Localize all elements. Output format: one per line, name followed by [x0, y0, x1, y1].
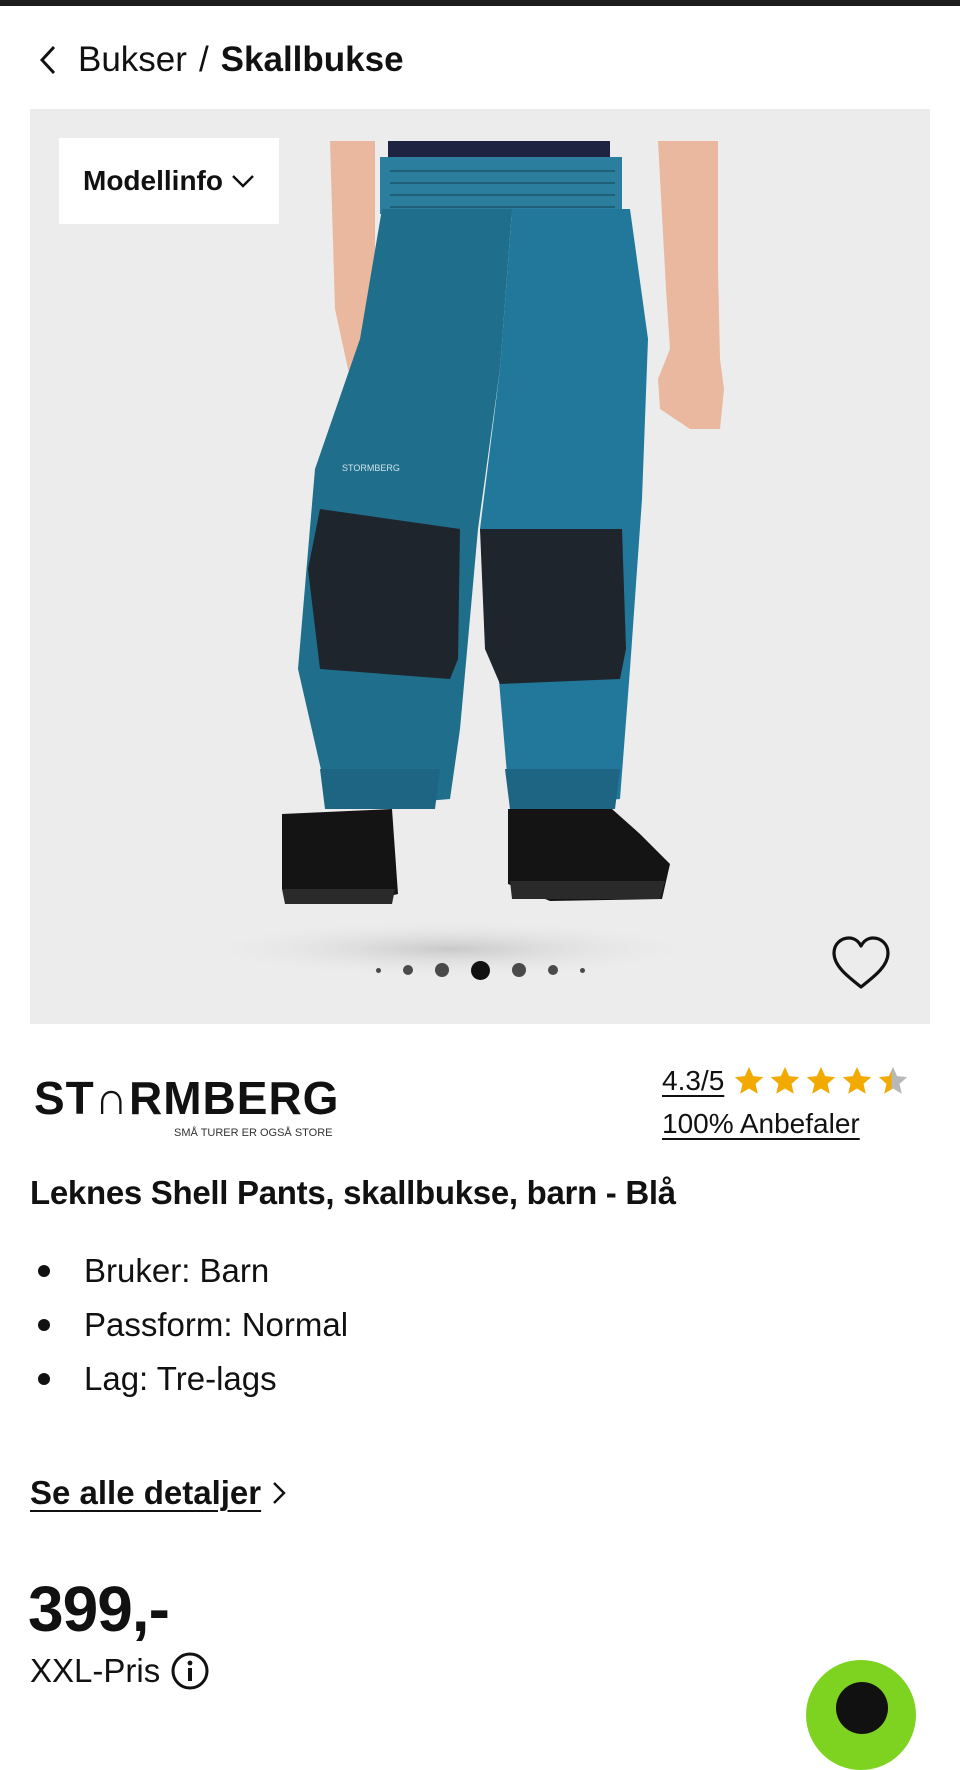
- pagination-dot[interactable]: [402, 965, 413, 975]
- rating-stars: [732, 1064, 910, 1098]
- pagination-dot[interactable]: [547, 965, 558, 975]
- breadcrumb: Bukser / Skallbukse: [38, 36, 404, 84]
- chevron-down-icon: [232, 175, 254, 188]
- brand-name: ST∩RMBERG: [34, 1072, 339, 1124]
- star-icon: [843, 1066, 872, 1094]
- product-title: Leknes Shell Pants, skallbukse, barn - B…: [30, 1174, 676, 1211]
- chat-icon: [836, 1682, 888, 1734]
- pagination-dot[interactable]: [579, 967, 585, 973]
- rating-block: 4.3/5 100% Anbefaler: [662, 1064, 932, 1140]
- feature-list: Bruker: Barn Passform: Normal Lag: Tre-l…: [30, 1244, 348, 1406]
- heart-outline-icon[interactable]: [830, 935, 892, 991]
- bullet-icon: [38, 1265, 50, 1277]
- product-image: STORMBERG: [30, 109, 930, 1024]
- star-icon: [807, 1066, 836, 1094]
- breadcrumb-parent[interactable]: Bukser: [78, 40, 187, 80]
- pagination-dot[interactable]: [511, 963, 526, 977]
- pagination-dot-active[interactable]: [470, 960, 490, 980]
- recommend-link[interactable]: 100% Anbefaler: [662, 1108, 932, 1140]
- bullet-icon: [38, 1373, 50, 1385]
- list-item: Bruker: Barn: [30, 1244, 348, 1298]
- xxl-price-text: XXL-Pris: [30, 1652, 161, 1689]
- gallery-pagination: [30, 950, 930, 990]
- product-logo-text: STORMBERG: [342, 463, 400, 473]
- rating-score[interactable]: 4.3/5: [662, 1065, 724, 1097]
- feature-text: Bruker: Barn: [84, 1252, 270, 1289]
- pagination-dot[interactable]: [375, 967, 381, 973]
- modellinfo-label: Modellinfo: [83, 165, 223, 196]
- star-icon: [771, 1066, 800, 1094]
- list-item: Lag: Tre-lags: [30, 1352, 348, 1406]
- brand-logo[interactable]: ST∩RMBERG SMÅ TURER ER OGSÅ STORE: [34, 1070, 344, 1140]
- top-bar: [0, 0, 960, 6]
- breadcrumb-current: Skallbukse: [220, 40, 404, 79]
- bullet-icon: [38, 1319, 50, 1331]
- product-image-gallery[interactable]: STORMBERG Modellinfo: [30, 109, 930, 1024]
- chevron-left-icon[interactable]: [38, 40, 66, 80]
- info-icon[interactable]: [170, 1651, 210, 1691]
- details-link-label: Se alle detaljer: [30, 1474, 262, 1511]
- feature-text: Passform: Normal: [84, 1306, 349, 1343]
- price: 399,-: [28, 1573, 170, 1645]
- star-icon: [735, 1066, 764, 1094]
- star-half-icon: [879, 1066, 908, 1094]
- xxl-price-label[interactable]: XXL-Pris: [30, 1651, 210, 1691]
- chevron-right-icon: [273, 1482, 286, 1504]
- pagination-dot[interactable]: [434, 963, 449, 977]
- modellinfo-button[interactable]: Modellinfo: [59, 138, 279, 224]
- brand-tagline: SMÅ TURER ER OGSÅ STORE: [174, 1126, 333, 1139]
- list-item: Passform: Normal: [30, 1298, 348, 1352]
- feature-text: Lag: Tre-lags: [84, 1360, 277, 1397]
- breadcrumb-separator: /: [198, 40, 209, 79]
- see-all-details-link[interactable]: Se alle detaljer: [30, 1474, 287, 1512]
- chat-button[interactable]: [806, 1660, 916, 1770]
